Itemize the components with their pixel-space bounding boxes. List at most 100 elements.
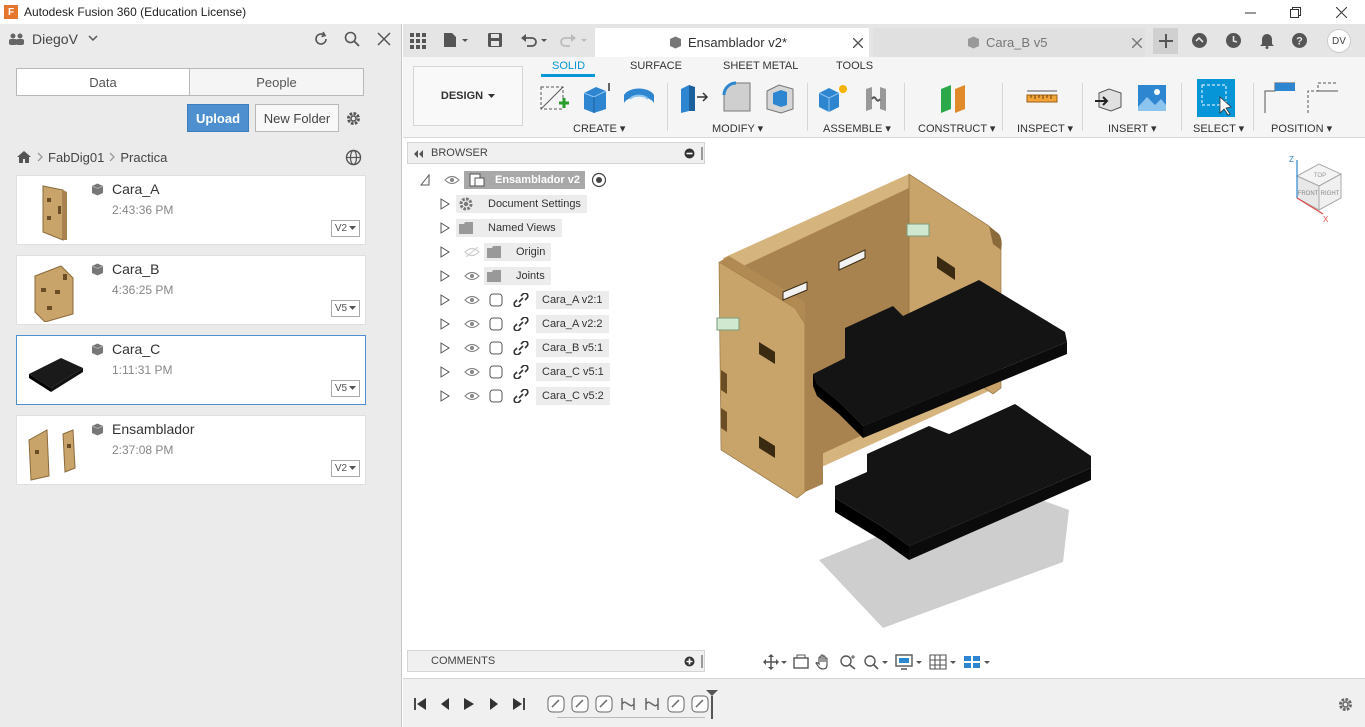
tree-item[interactable]: Cara_B v5:1 — [440, 338, 610, 358]
restore-button[interactable] — [1272, 0, 1318, 24]
breadcrumb-item[interactable]: Practica — [120, 150, 167, 165]
tree-collapsed-icon[interactable] — [440, 198, 450, 210]
file-menu-icon[interactable] — [443, 32, 469, 48]
new-folder-button[interactable]: New Folder — [255, 104, 339, 132]
tree-collapsed-icon[interactable] — [440, 246, 450, 258]
inspect-menu[interactable]: INSPECT ▾ — [1017, 122, 1073, 135]
tree-item[interactable]: Origin — [440, 242, 552, 262]
visibility-eye-icon[interactable] — [444, 174, 460, 186]
timeline-marker-icon[interactable] — [705, 689, 719, 719]
redo-icon[interactable] — [560, 32, 588, 48]
visibility-eye-icon[interactable] — [464, 366, 480, 378]
tree-item[interactable]: Cara_A v2:1 — [440, 290, 609, 310]
tree-root[interactable]: Ensamblador v2 — [420, 170, 607, 190]
collapse-panel-icon[interactable] — [412, 149, 424, 159]
timeline-feature-icon[interactable] — [595, 695, 613, 713]
shell-icon[interactable] — [763, 81, 797, 115]
capture-position-icon[interactable] — [1263, 81, 1297, 115]
undo-icon[interactable] — [520, 32, 548, 48]
orbit-move-icon[interactable] — [763, 654, 787, 670]
apps-grid-icon[interactable] — [410, 33, 426, 49]
home-icon[interactable] — [16, 150, 32, 164]
breadcrumb-item[interactable]: FabDig01 — [48, 150, 104, 165]
offset-plane-icon[interactable] — [937, 81, 971, 115]
workspace-switcher[interactable]: DESIGN — [413, 66, 523, 126]
avatar[interactable]: DV — [1327, 29, 1351, 53]
tab-ensamblador[interactable]: Ensamblador v2* — [595, 28, 869, 57]
pan-hand-icon[interactable] — [815, 654, 833, 670]
step-back-icon[interactable] — [438, 697, 452, 711]
refresh-icon[interactable] — [313, 31, 329, 47]
timeline-features[interactable] — [547, 695, 719, 718]
gear-icon[interactable] — [345, 110, 362, 127]
joint-icon[interactable] — [860, 81, 894, 115]
tab-data[interactable]: Data — [16, 68, 190, 96]
tree-item[interactable]: Cara_A v2:2 — [440, 314, 609, 334]
tab-solid[interactable]: SOLID — [552, 60, 585, 72]
upload-button[interactable]: Upload — [187, 104, 249, 132]
panel-grip[interactable] — [701, 655, 703, 668]
close-icon[interactable] — [377, 32, 391, 46]
tree-expanded-icon[interactable] — [420, 174, 430, 186]
close-window-button[interactable] — [1318, 0, 1364, 24]
user-name[interactable]: DiegoV — [32, 31, 78, 47]
view-cube-front[interactable]: FRONT — [1298, 191, 1319, 197]
create-menu[interactable]: CREATE ▾ — [573, 122, 625, 135]
insert-menu[interactable]: INSERT ▾ — [1108, 122, 1157, 135]
tab-surface[interactable]: SURFACE — [630, 60, 682, 72]
save-icon[interactable] — [487, 32, 503, 48]
modify-menu[interactable]: MODIFY ▾ — [712, 122, 763, 135]
minus-circle-icon[interactable] — [684, 148, 695, 159]
create-sketch-icon[interactable] — [537, 81, 571, 115]
tree-item[interactable]: Document Settings — [440, 194, 587, 214]
position-menu[interactable]: POSITION ▾ — [1271, 122, 1332, 135]
plus-circle-icon[interactable] — [684, 656, 695, 667]
select-icon[interactable] — [1197, 79, 1235, 117]
job-status-icon[interactable] — [1225, 32, 1242, 49]
revert-position-icon[interactable] — [1306, 81, 1340, 115]
version-badge[interactable]: V2 — [331, 460, 360, 477]
construct-menu[interactable]: CONSTRUCT ▾ — [918, 122, 995, 135]
model-view[interactable] — [703, 158, 1363, 638]
timeline-feature-icon[interactable] — [571, 695, 589, 713]
visibility-eye-icon[interactable] — [464, 270, 480, 282]
look-at-icon[interactable] — [793, 654, 809, 670]
visibility-eye-icon[interactable] — [464, 342, 480, 354]
timeline-feature-icon[interactable] — [667, 695, 685, 713]
close-icon[interactable] — [853, 38, 863, 48]
chevron-down-icon[interactable] — [88, 35, 98, 42]
joint-marker[interactable] — [906, 223, 930, 237]
search-icon[interactable] — [344, 31, 360, 47]
tab-sheet-metal[interactable]: SHEET METAL — [723, 60, 798, 72]
active-component-radio-icon[interactable] — [591, 172, 607, 188]
new-tab-button[interactable] — [1153, 28, 1178, 54]
timeline-joint-icon[interactable] — [619, 695, 637, 713]
browser-panel-header[interactable]: BROWSER — [407, 142, 705, 164]
viewports-icon[interactable] — [963, 654, 991, 670]
tree-collapsed-icon[interactable] — [440, 366, 450, 378]
minimize-button[interactable] — [1227, 0, 1273, 24]
assemble-menu[interactable]: ASSEMBLE ▾ — [823, 122, 891, 135]
tab-tools[interactable]: TOOLS — [836, 60, 873, 72]
tab-cara-b[interactable]: Cara_B v5 — [873, 28, 1145, 57]
fit-zoom-icon[interactable] — [863, 654, 889, 670]
step-forward-icon[interactable] — [487, 697, 501, 711]
go-to-start-icon[interactable] — [413, 697, 427, 711]
view-cube-right[interactable]: RIGHT — [1321, 191, 1340, 197]
root-node[interactable]: Ensamblador v2 — [464, 171, 585, 189]
help-icon[interactable]: ? — [1291, 32, 1308, 49]
revolve-icon[interactable] — [622, 81, 656, 115]
insert-canvas-icon[interactable] — [1135, 81, 1169, 115]
comments-panel-header[interactable]: COMMENTS — [407, 650, 705, 672]
list-item[interactable]: Ensamblador 2:37:08 PM V2 — [16, 415, 366, 485]
visibility-eye-icon[interactable] — [464, 318, 480, 330]
grid-settings-icon[interactable] — [929, 654, 957, 670]
list-item[interactable]: Cara_A 2:43:36 PM V2 — [16, 175, 366, 245]
tree-collapsed-icon[interactable] — [440, 318, 450, 330]
visibility-eye-icon[interactable] — [464, 294, 480, 306]
timeline-feature-icon[interactable] — [547, 695, 565, 713]
team-icon[interactable] — [9, 33, 25, 45]
panel-grip[interactable] — [701, 147, 703, 160]
tab-people[interactable]: People — [189, 68, 364, 96]
select-menu[interactable]: SELECT ▾ — [1193, 122, 1244, 135]
